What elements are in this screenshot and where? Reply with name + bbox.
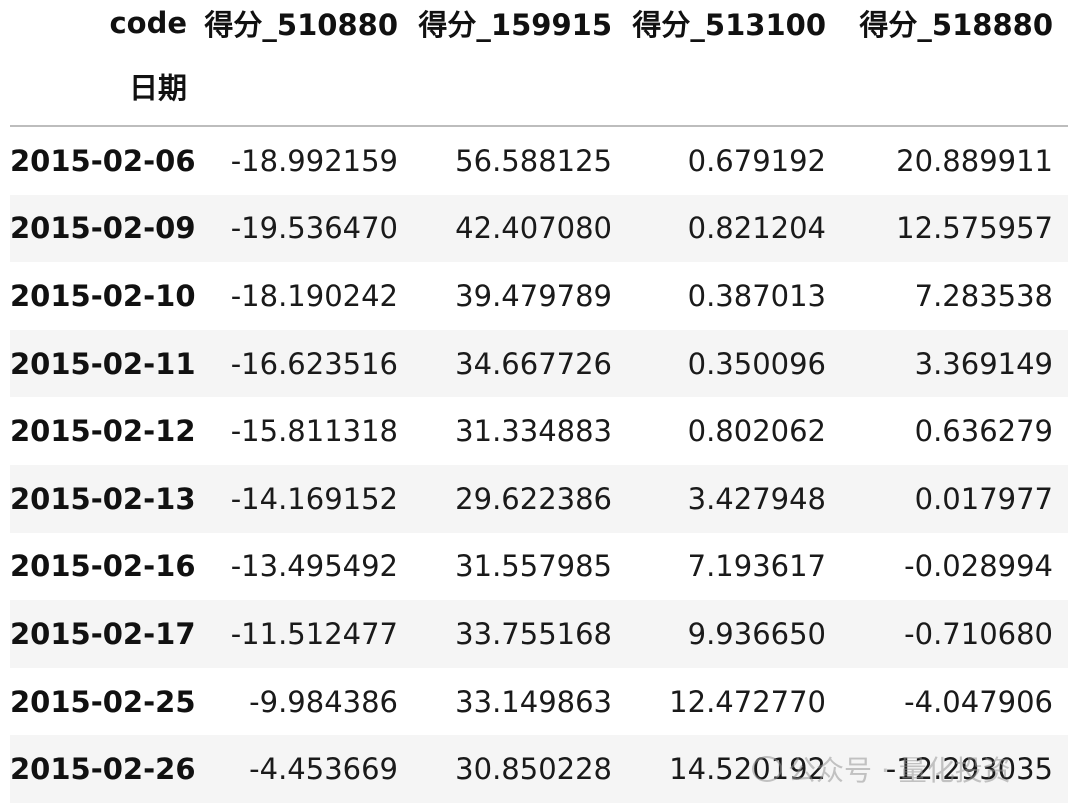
value-cell: 0.821204: [687, 211, 826, 246]
value-cell: 0.636279: [914, 414, 1053, 449]
value-cell: -0.028994: [904, 549, 1053, 584]
value-cell: -4.453669: [249, 752, 398, 787]
value-cell: 0.350096: [687, 346, 826, 381]
table-header: code 得分_510880 得分_159915 得分_513100 得分_51…: [10, 0, 1068, 126]
row-date-cell: 2015-02-11: [10, 346, 196, 381]
row-date-cell: 2015-02-17: [10, 616, 196, 651]
columns-name-label: code: [109, 6, 187, 40]
row-date-cell: 2015-02-12: [10, 414, 196, 449]
value-cell: 56.588125: [455, 143, 612, 178]
row-date-cell: 2015-02-10: [10, 278, 196, 313]
row-date-cell: 2015-02-25: [10, 684, 196, 719]
value-cell: -19.536470: [230, 211, 398, 246]
value-cell: 3.427948: [687, 481, 826, 516]
index-header-row: 日期: [10, 46, 1068, 126]
value-cell: 31.557985: [455, 549, 612, 584]
index-name-label: 日期: [128, 70, 187, 105]
value-cell: -14.169152: [230, 481, 398, 516]
value-cell: -13.495492: [230, 549, 398, 584]
value-cell: -15.811318: [230, 414, 398, 449]
dataframe-table: code 得分_510880 得分_159915 得分_513100 得分_51…: [10, 0, 1068, 803]
value-cell: 34.667726: [455, 346, 612, 381]
table-body: 2015-02-06 -18.992159 56.588125 0.679192 20.…: [10, 126, 1068, 803]
value-cell: 20.889911: [896, 143, 1053, 178]
column-header: 得分_518880: [859, 8, 1053, 42]
table-row: 2015-02-09 -19.536470 42.407080 0.821204 12.…: [10, 194, 1068, 263]
value-cell: 14.520192: [669, 752, 826, 787]
row-date-cell: 2015-02-13: [10, 481, 196, 516]
value-cell: 0.802062: [687, 414, 826, 449]
value-cell: -12.293035: [885, 752, 1053, 787]
value-cell: 7.193617: [687, 549, 826, 584]
value-cell: -0.710680: [904, 616, 1053, 651]
value-cell: 9.936650: [687, 616, 826, 651]
value-cell: -11.512477: [230, 616, 398, 651]
value-cell: -16.623516: [230, 346, 398, 381]
table-row: 2015-02-16 -13.495492 31.557985 7.193617 -0.…: [10, 532, 1068, 601]
table-row: 2015-02-13 -14.169152 29.622386 3.427948 0.0…: [10, 464, 1068, 533]
column-header-row: code 得分_510880 得分_159915 得分_513100 得分_51…: [10, 0, 1068, 46]
table-row: 2015-02-25 -9.984386 33.149863 12.472770 -4.…: [10, 667, 1068, 736]
value-cell: 39.479789: [455, 278, 612, 313]
row-date-cell: 2015-02-09: [10, 211, 196, 246]
column-header: 得分_513100: [632, 8, 826, 42]
value-cell: 33.149863: [455, 684, 612, 719]
table-row: 2015-02-10 -18.190242 39.479789 0.387013 7.2…: [10, 262, 1068, 330]
value-cell: 33.755168: [455, 616, 612, 651]
value-cell: -18.992159: [230, 143, 398, 178]
value-cell: 0.017977: [914, 481, 1053, 516]
table-row: 2015-02-06 -18.992159 56.588125 0.679192 20.…: [10, 126, 1068, 195]
table-row: 2015-02-26 -4.453669 30.850228 14.520192 -12…: [10, 735, 1068, 803]
value-cell: 3.369149: [914, 346, 1053, 381]
value-cell: -4.047906: [904, 684, 1053, 719]
column-header: 得分_159915: [418, 8, 612, 42]
table-row: 2015-02-12 -15.811318 31.334883 0.802062 0.6…: [10, 397, 1068, 465]
value-cell: 31.334883: [455, 414, 612, 449]
dataframe-table-container: code 得分_510880 得分_159915 得分_513100 得分_51…: [10, 0, 1068, 803]
value-cell: 12.575957: [896, 211, 1053, 246]
value-cell: -18.190242: [230, 278, 398, 313]
row-date-cell: 2015-02-06: [10, 143, 196, 178]
row-date-cell: 2015-02-26: [10, 752, 196, 787]
row-date-cell: 2015-02-16: [10, 549, 196, 584]
table-row: 2015-02-11 -16.623516 34.667726 0.350096 3.3…: [10, 329, 1068, 398]
value-cell: -9.984386: [249, 684, 398, 719]
value-cell: 42.407080: [455, 211, 612, 246]
value-cell: 30.850228: [455, 752, 612, 787]
value-cell: 0.679192: [687, 143, 826, 178]
value-cell: 0.387013: [687, 278, 826, 313]
value-cell: 12.472770: [669, 684, 826, 719]
table-row: 2015-02-17 -11.512477 33.755168 9.936650 -0.…: [10, 600, 1068, 668]
column-header: 得分_510880: [204, 8, 398, 42]
value-cell: 29.622386: [455, 481, 612, 516]
value-cell: 7.283538: [914, 278, 1053, 313]
